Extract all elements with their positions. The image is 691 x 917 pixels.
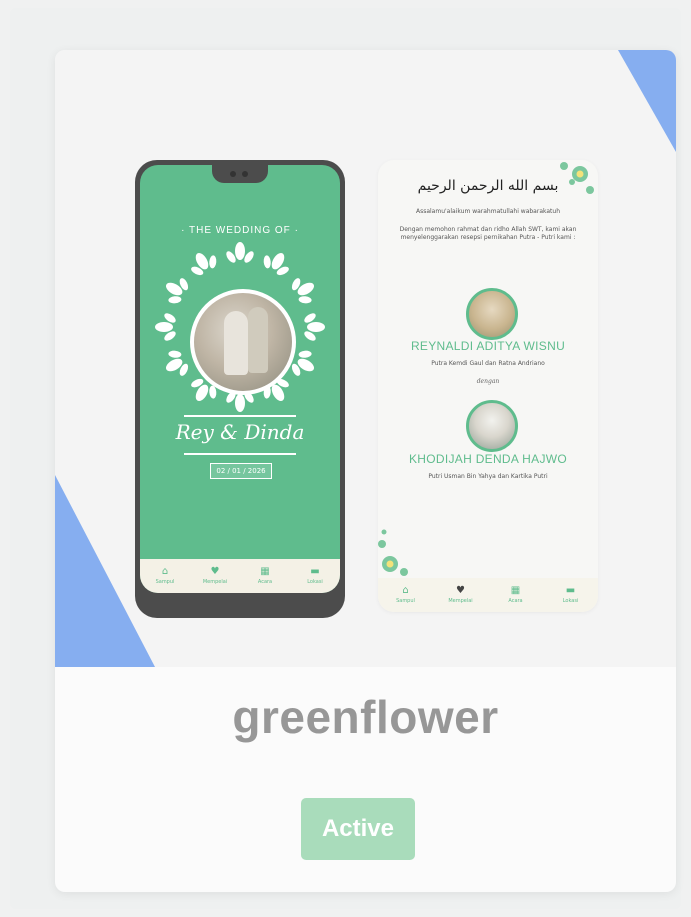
nav-label: Mempelai	[448, 598, 473, 604]
floral-ornament-icon	[378, 529, 408, 576]
nav-item-acara: ▦ Acara	[488, 578, 543, 612]
chat-icon: ▬	[565, 585, 576, 596]
bride-parents: Putri Usman Bin Yahya dan Kartika Putri	[428, 473, 548, 480]
divider-line-bottom	[184, 453, 296, 455]
template-preview[interactable]: · THE WEDDING OF · Rey & Dinda 02 / 01 /…	[55, 50, 676, 667]
heart-icon: ♥	[210, 566, 220, 577]
couple-names: Rey & Dinda	[175, 420, 305, 444]
nav-item-lokasi: ▬ Lokasi	[543, 578, 598, 612]
heart-icon: ♥	[456, 585, 465, 596]
chat-icon: ▬	[310, 566, 320, 577]
template-name: greenflower	[232, 691, 499, 743]
phone-mockup-detail: بسم الله الرحمن الرحيم Assalamu'alaikum …	[378, 160, 598, 612]
bride-name: KHODIJAH DENDA HAJWO	[408, 452, 567, 466]
nav-item-sampul: ⌂ Sampul	[378, 578, 433, 612]
preview-bottom-nav: ⌂ Sampul ♥ Mempelai ▦ Acara ▬ Lokasi	[378, 578, 598, 612]
wedding-heading: · THE WEDDING OF ·	[181, 225, 299, 236]
calendar-icon: ▦	[510, 585, 521, 596]
page-background: · THE WEDDING OF · Rey & Dinda 02 / 01 /…	[10, 8, 681, 909]
nav-label: Acara	[257, 579, 273, 585]
groom-photo	[466, 288, 518, 340]
nav-item-sampul: ⌂ Sampul	[140, 559, 190, 593]
couple-photo	[190, 289, 296, 395]
nav-label: Sampul	[155, 579, 175, 585]
divider-line-top	[184, 415, 296, 417]
nav-item-mempelai: ♥ Mempelai	[190, 559, 240, 593]
corner-triangle-top-right	[618, 50, 676, 152]
phone-notch	[212, 165, 268, 183]
home-icon: ⌂	[402, 585, 409, 596]
groom-parents: Putra Kemdi Gaul dan Ratna Andriano	[431, 360, 545, 367]
phone-mockup-cover: · THE WEDDING OF · Rey & Dinda 02 / 01 /…	[135, 160, 345, 618]
nav-item-mempelai: ♥ Mempelai	[433, 578, 488, 612]
greeting-text: Assalamu'alaikum warahmatullahi wabaraka…	[415, 208, 561, 215]
bismillah-text: بسم الله الرحمن الرحيم	[417, 178, 559, 194]
nav-item-lokasi: ▬ Lokasi	[290, 559, 340, 593]
intro-text: Dengan memohon rahmat dan ridho Allah SW…	[399, 226, 577, 241]
nav-label: Lokasi	[562, 598, 579, 604]
phone-screen-cover: · THE WEDDING OF · Rey & Dinda 02 / 01 /…	[140, 165, 340, 593]
nav-label: Acara	[508, 598, 523, 604]
nav-item-acara: ▦ Acara	[240, 559, 290, 593]
groom-name: REYNALDI ADITYA WISNU	[410, 339, 566, 353]
nav-label: Sampul	[396, 598, 415, 604]
template-card[interactable]: · THE WEDDING OF · Rey & Dinda 02 / 01 /…	[55, 50, 676, 892]
preview-bottom-nav: ⌂ Sampul ♥ Mempelai ▦ Acara ▬ Lokasi	[140, 559, 340, 593]
calendar-icon: ▦	[260, 566, 270, 577]
nav-label: Mempelai	[202, 579, 228, 585]
active-button[interactable]: Active	[301, 798, 415, 860]
home-icon: ⌂	[161, 566, 169, 577]
bride-photo	[466, 400, 518, 452]
nav-label: Lokasi	[307, 579, 323, 585]
and-separator: dengan	[476, 378, 500, 385]
wedding-date: 02 / 01 / 2026	[210, 463, 272, 479]
